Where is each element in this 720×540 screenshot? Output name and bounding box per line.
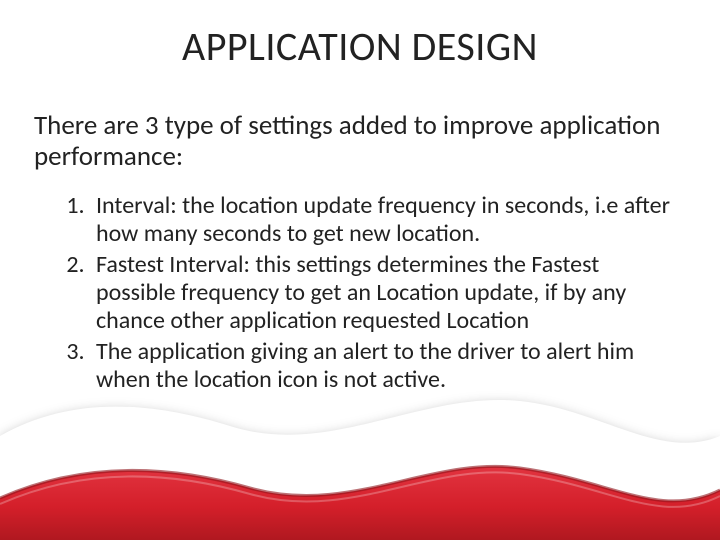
slide-container: APPLICATION DESIGN There are 3 type of s…	[0, 0, 720, 540]
intro-paragraph: There are 3 type of settings added to im…	[34, 110, 680, 172]
wave-red-edge	[0, 466, 720, 501]
settings-list: Interval: the location update frequency …	[34, 192, 680, 396]
wave-red-ribbon	[0, 466, 720, 540]
list-item: Fastest Interval: this settings determin…	[90, 251, 680, 336]
list-item: The application giving an alert to the d…	[90, 338, 680, 395]
wave-red-highlight	[0, 472, 720, 507]
wave-white-crest	[0, 400, 720, 540]
list-item: Interval: the location update frequency …	[90, 192, 680, 249]
wave-shadow-shape	[0, 404, 720, 540]
slide-title: APPLICATION DESIGN	[0, 22, 720, 71]
